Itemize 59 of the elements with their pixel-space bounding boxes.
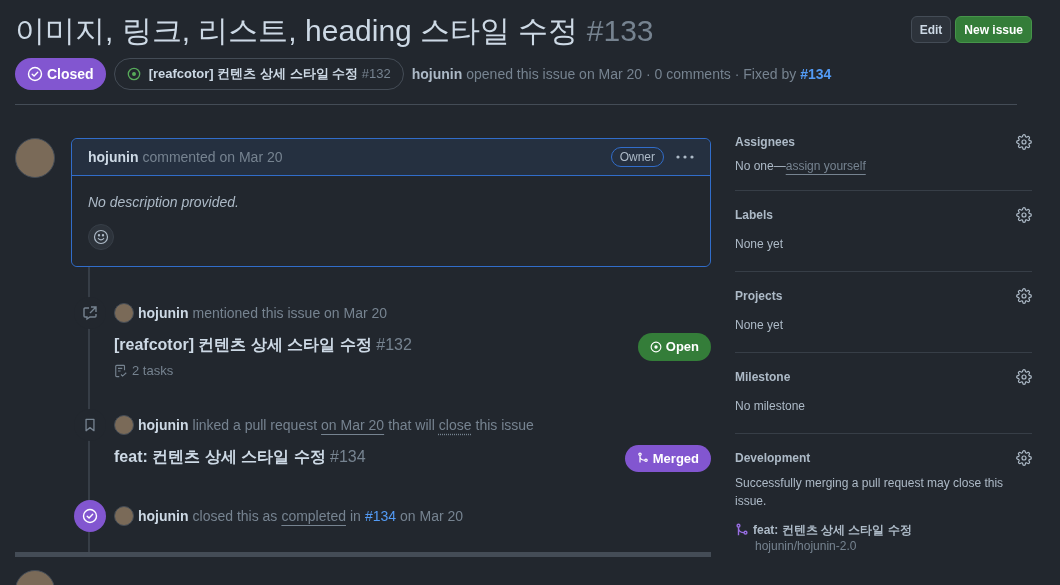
section-title: Development [735, 450, 811, 466]
author-link[interactable]: hojunin [138, 506, 189, 526]
pull-request-link[interactable]: #134 [800, 64, 832, 84]
author-link[interactable]: hojunin [411, 64, 463, 84]
section-value: None yet [735, 318, 784, 332]
check-circle-icon [27, 66, 43, 82]
bookmark-icon [83, 417, 97, 432]
assign-yourself-link[interactable]: assign yourself [785, 159, 866, 173]
avatar[interactable] [114, 506, 134, 526]
reference-title[interactable]: [reafcotor] 컨텐츠 상세 스타일 수정 #132 [114, 333, 412, 357]
link[interactable]: completed [281, 506, 346, 526]
emoji-reaction-button[interactable] [88, 224, 114, 250]
section-title: Labels [735, 207, 773, 223]
comment-meta: commented on Mar 20 [142, 149, 283, 165]
link[interactable]: on Mar 20 [321, 414, 385, 435]
section-value: No milestone [735, 399, 806, 413]
comment-body: No description provided. [88, 193, 240, 212]
pull-request-link[interactable]: feat: 컨텐츠 상세 스타일 수정 [753, 522, 912, 538]
section-title: Milestone [735, 369, 791, 385]
settings-icon[interactable] [1016, 288, 1032, 304]
settings-icon[interactable] [1016, 369, 1032, 385]
settings-icon[interactable] [1016, 450, 1032, 466]
dot-circle-icon [649, 340, 662, 353]
link[interactable]: close [438, 414, 472, 435]
cross-reference-icon [82, 305, 98, 321]
check-circle-icon [82, 508, 98, 524]
avatar[interactable] [114, 303, 134, 323]
edit-button[interactable]: Edit [910, 16, 952, 43]
event-text: closed this as completed in #134 on Mar 20 [192, 506, 464, 526]
state-badge: Merged [624, 444, 711, 472]
section-title: Assignees [735, 134, 796, 150]
smiley-icon [93, 229, 109, 245]
task-count: 2 tasks [132, 362, 174, 380]
task-list-icon [114, 363, 128, 378]
new-issue-button[interactable]: New issue [955, 16, 1032, 43]
event-text: linked a pull request on Mar 20 that will close this issue [192, 414, 534, 435]
issue-meta-text: opened this issue on Mar 20 · 0 comments · Fixed by [466, 65, 797, 84]
status-badge: Closed [15, 58, 106, 90]
avatar[interactable] [114, 414, 134, 435]
settings-icon[interactable] [1016, 207, 1032, 223]
more-options-icon[interactable] [676, 155, 694, 159]
link[interactable]: #134 [364, 506, 397, 526]
state-badge: Open [637, 333, 711, 361]
event-text: mentioned this issue on Mar 20 [192, 304, 388, 323]
section-title: Projects [735, 288, 783, 304]
author-link[interactable]: hojunin [138, 303, 189, 323]
development-text: Successfully merging a pull request may close this issue. [735, 475, 1005, 510]
assignee-value: No one— [735, 159, 786, 173]
dot-circle-icon [126, 67, 141, 81]
author-link[interactable]: hojunin [88, 149, 139, 165]
repository-name: hojunin/hojunin-2.0 [754, 538, 858, 554]
merge-icon [735, 523, 749, 537]
avatar[interactable] [15, 138, 55, 178]
reference-title[interactable]: feat: 컨텐츠 상세 스타일 수정 #134 [114, 444, 366, 469]
author-link[interactable]: hojunin [138, 414, 189, 435]
merge-icon [636, 452, 649, 465]
settings-icon[interactable] [1016, 134, 1032, 150]
section-value: None yet [735, 237, 784, 251]
issue-title: 이미지, 링크, 리스트, heading 스타일 수정 #133 [15, 13, 654, 49]
